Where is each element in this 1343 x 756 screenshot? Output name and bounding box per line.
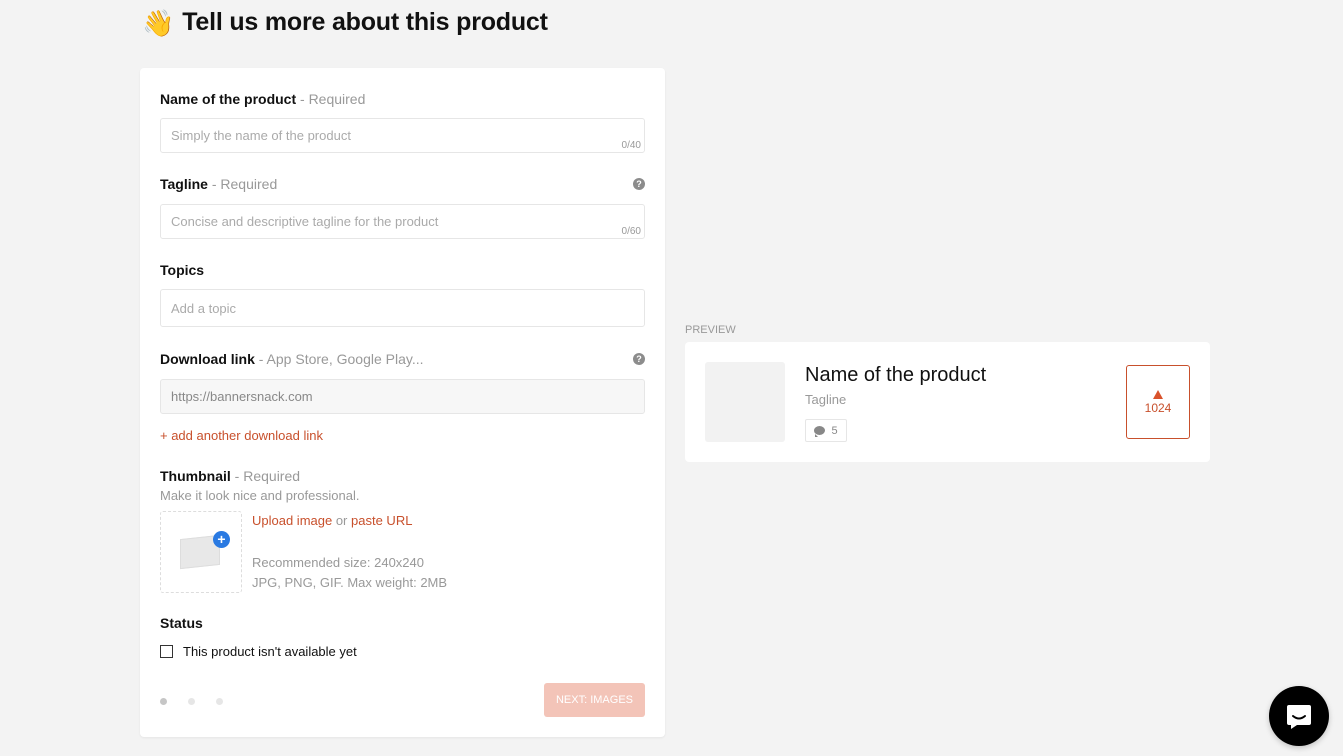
topics-input[interactable]: Add a topic xyxy=(160,289,645,327)
name-label-text: Name of the product xyxy=(160,91,297,107)
step-dot-2[interactable] xyxy=(188,698,195,705)
thumbnail-label: Thumbnail - Required xyxy=(160,468,300,484)
comment-count: 5 xyxy=(831,424,838,437)
tagline-help-icon[interactable]: ? xyxy=(633,178,645,190)
upvote-arrow-icon xyxy=(1153,389,1163,399)
name-char-counter: 0/40 xyxy=(621,140,641,151)
thumbnail-description: Make it look nice and professional. xyxy=(160,488,360,503)
status-label: Status xyxy=(160,615,203,631)
product-form-card: Name of the product - Required Simply th… xyxy=(140,68,665,737)
page-title: 👋 Tell us more about this product xyxy=(142,8,548,37)
tagline-label-text: Tagline xyxy=(160,176,208,192)
or-text: or xyxy=(332,513,352,528)
tagline-placeholder: Concise and descriptive tagline for the … xyxy=(171,214,439,229)
add-download-link[interactable]: + add another download link xyxy=(160,428,323,443)
chat-launcher-button[interactable] xyxy=(1269,686,1329,746)
thumbnail-dropzone[interactable]: + xyxy=(160,511,242,593)
name-required-hint: - Required xyxy=(296,91,366,107)
thumbnail-required-hint: - Required xyxy=(230,468,301,484)
preview-tagline: Tagline xyxy=(805,392,847,407)
tagline-input[interactable]: Concise and descriptive tagline for the … xyxy=(160,204,645,239)
comment-icon xyxy=(814,426,826,437)
download-link-hint: - App Store, Google Play... xyxy=(254,351,424,367)
product-name-placeholder: Simply the name of the product xyxy=(171,128,351,143)
thumbnail-formats: JPG, PNG, GIF. Max weight: 2MB xyxy=(252,575,448,590)
preview-section-label: PREVIEW xyxy=(685,324,736,336)
step-dot-3[interactable] xyxy=(216,698,223,705)
chat-icon xyxy=(1287,705,1311,729)
preview-card: Name of the product Tagline 5 1024 xyxy=(685,342,1210,462)
paste-url-link[interactable]: paste URL xyxy=(351,513,412,528)
download-link-input[interactable]: https://bannersnack.com xyxy=(160,379,645,414)
thumbnail-label-text: Thumbnail xyxy=(160,468,231,484)
unavailable-checkbox-row[interactable]: This product isn't available yet xyxy=(160,644,357,659)
plus-icon: + xyxy=(213,531,230,548)
download-link-label: Download link - App Store, Google Play..… xyxy=(160,351,424,367)
thumbnail-actions: Upload image or paste URL xyxy=(252,513,412,528)
product-name-input[interactable]: Simply the name of the product 0/40 xyxy=(160,118,645,153)
name-label: Name of the product - Required xyxy=(160,91,365,107)
upvote-count: 1024 xyxy=(1144,400,1172,415)
download-link-help-icon[interactable]: ? xyxy=(633,353,645,365)
unavailable-checkbox[interactable] xyxy=(160,645,173,658)
preview-thumbnail xyxy=(705,362,785,442)
topics-label: Topics xyxy=(160,262,205,278)
preview-comments-button[interactable]: 5 xyxy=(805,419,847,442)
tagline-char-counter: 0/60 xyxy=(621,226,641,237)
preview-upvote-button[interactable]: 1024 xyxy=(1126,365,1190,439)
upload-image-link[interactable]: Upload image xyxy=(252,513,332,528)
tagline-label: Tagline - Required xyxy=(160,176,277,192)
download-link-value: https://bannersnack.com xyxy=(171,389,313,404)
thumbnail-recommended-size: Recommended size: 240x240 xyxy=(252,555,424,570)
unavailable-checkbox-label: This product isn't available yet xyxy=(183,644,357,659)
step-dot-1[interactable] xyxy=(160,698,167,705)
tagline-required-hint: - Required xyxy=(207,176,278,192)
waving-hand-icon: 👋 xyxy=(142,7,175,38)
download-link-label-text: Download link xyxy=(160,351,255,367)
page-title-text: Tell us more about this product xyxy=(182,8,548,36)
preview-product-name: Name of the product xyxy=(805,364,987,386)
next-images-button[interactable]: NEXT: IMAGES xyxy=(544,683,645,717)
topics-placeholder: Add a topic xyxy=(171,300,237,316)
step-indicator xyxy=(160,698,223,705)
